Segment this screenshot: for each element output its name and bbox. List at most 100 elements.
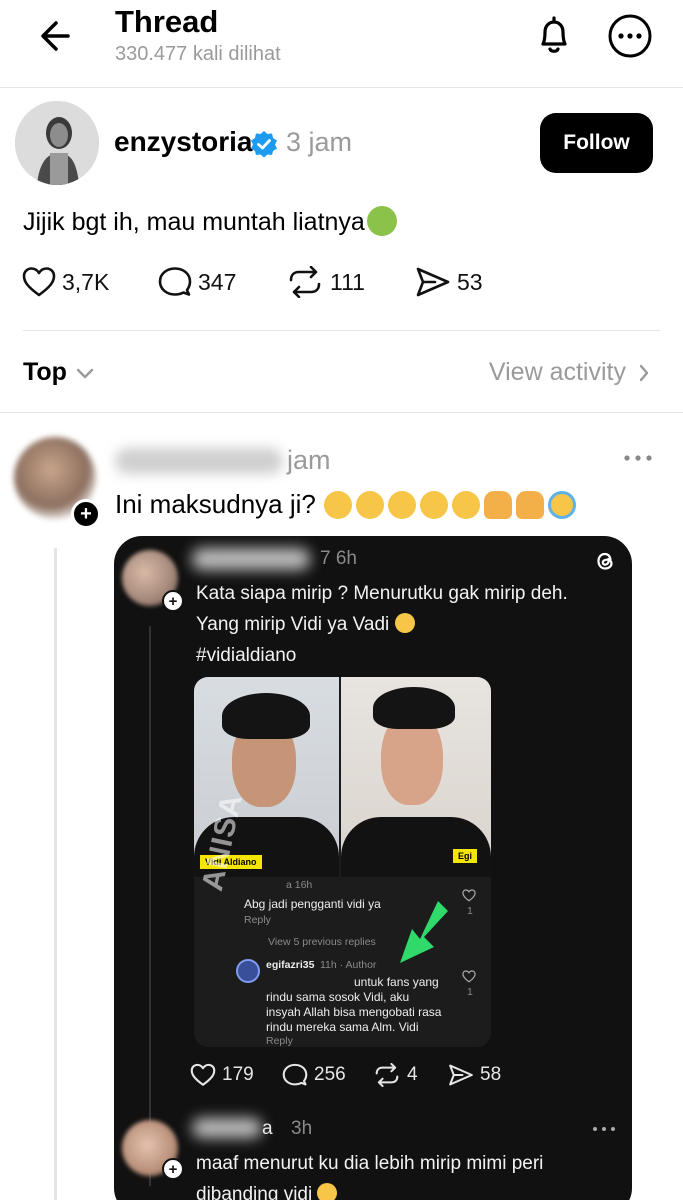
embed-username-blurred (192, 548, 310, 570)
reply-time: jam (287, 445, 331, 475)
comment2-line: rindu mereka sama Alm. Vidi (266, 1020, 419, 1034)
view-previous-replies: View 5 previous replies (268, 936, 376, 948)
embed-reply-line: maaf menurut ku dia lebih mirip mimi per… (196, 1153, 544, 1174)
share-button[interactable]: 53 (415, 266, 483, 298)
divider (23, 330, 660, 331)
like-button[interactable]: 3,7K (22, 266, 109, 298)
comment2-meta: 11h · Author (320, 959, 377, 971)
embed-share-button[interactable]: 58 (448, 1063, 501, 1087)
follow-plus-icon: + (162, 590, 184, 612)
heart-icon (190, 1063, 216, 1086)
thread-header: Thread 330.477 kali dilihat (0, 0, 683, 88)
laughing-emoji (394, 613, 415, 633)
folded-hands-emoji (515, 491, 544, 519)
embed-reply-time: 3h (291, 1118, 313, 1139)
reply-button[interactable]: 347 (158, 266, 236, 298)
embed-reply-username: a (262, 1118, 273, 1139)
author-avatar[interactable] (15, 101, 99, 185)
face-with-hand-emoji (355, 491, 384, 519)
comment1-meta: a 16h (286, 879, 313, 891)
laughing-emoji (419, 491, 448, 519)
more-icon[interactable] (606, 12, 654, 60)
chevron-down-icon (76, 368, 94, 378)
hair-shape (373, 687, 455, 729)
author-username[interactable]: enzystoria (114, 126, 253, 158)
thread-line (54, 548, 57, 1200)
send-icon (449, 1064, 473, 1086)
comment2-reply: Reply (266, 1035, 293, 1047)
nauseated-face-emoji (366, 206, 397, 236)
post-text: Jijik bgt ih, mau muntah liatnya (23, 206, 397, 237)
comment1-like-count: 1 (467, 905, 473, 917)
view-activity-link[interactable]: View activity (489, 358, 650, 387)
post-text-content: Jijik bgt ih, mau muntah liatnya (23, 208, 365, 236)
reply-text: Ini maksudnya ji? (115, 489, 576, 520)
face-with-hand-emoji (387, 491, 416, 519)
photo-right: Egi (341, 677, 491, 877)
embed-reply-text: maaf menurut ku dia lebih mirip mimi per… (196, 1148, 616, 1200)
embed-text-line: Kata siapa mirip ? Menurutku gak mirip d… (196, 583, 568, 604)
like-count: 3,7K (62, 268, 110, 295)
page-title: Thread (115, 4, 219, 39)
view-count: 330.477 kali dilihat (115, 43, 281, 65)
comment2-line: insyah Allah bisa mengobati rasa (266, 1005, 442, 1019)
embed-hashtag[interactable]: #vidialdiano (196, 640, 626, 671)
embed-time: 7 6h (320, 548, 357, 569)
green-arrow-icon (400, 901, 448, 963)
threads-logo-icon (597, 552, 613, 570)
embed-repost-count: 4 (407, 1064, 418, 1085)
comment2-user: egifazri35 (266, 959, 315, 971)
embed-reply-line-2: dibanding vidi (196, 1179, 616, 1200)
shirt-shape (341, 817, 491, 877)
embed-text: Kata siapa mirip ? Menurutku gak mirip d… (196, 578, 626, 671)
slight-smile-emoji (317, 1183, 338, 1200)
embed-thread-line (149, 626, 151, 1186)
divider (0, 412, 683, 413)
sort-dropdown[interactable]: Top (23, 358, 95, 387)
repost-count: 111 (330, 268, 365, 295)
comment2-like-count: 1 (467, 986, 473, 998)
comment1-text: Abg jadi pengganti vidi ya (244, 897, 381, 911)
heart-icon (462, 970, 476, 983)
comment-icon (282, 1063, 308, 1086)
embed-actions: 179 256 4 58 (190, 1063, 520, 1093)
embed-reply-button[interactable]: 256 (282, 1063, 346, 1087)
follow-button[interactable]: Follow (540, 113, 653, 173)
embed-share-count: 58 (480, 1064, 502, 1085)
embed-reply-line-content: dibanding vidi (196, 1184, 313, 1200)
follow-plus-icon: + (162, 1158, 184, 1180)
more-icon (593, 1127, 615, 1131)
send-icon (416, 267, 450, 297)
bell-icon[interactable] (530, 12, 578, 60)
follow-plus-icon[interactable]: + (71, 499, 101, 529)
verified-badge-icon (251, 131, 277, 158)
comment2-avatar (236, 959, 260, 983)
post-time: 3 jam (286, 127, 353, 157)
laughing-emoji (451, 491, 480, 519)
embedded-thread-card[interactable]: + 7 6h Kata siapa mirip ? Menurutku gak … (114, 536, 632, 1200)
face-with-hand-emoji (323, 491, 352, 519)
embed-like-button[interactable]: 179 (190, 1063, 254, 1087)
comment-icon (158, 267, 192, 296)
avatar-photo (15, 101, 99, 185)
sort-label: Top (23, 358, 67, 386)
embedded-screenshot-image[interactable]: Vidi Aldiano Egi a 16h Abg jadi penggant… (194, 677, 491, 1047)
view-activity-label: View activity (488, 358, 626, 386)
post-actions: 3,7K 347 111 53 (0, 266, 683, 306)
embed-repost-button[interactable]: 4 (373, 1063, 418, 1087)
embed-reply-username-blurred (192, 1118, 262, 1138)
heart-icon (462, 889, 476, 902)
reply-count: 347 (198, 268, 237, 295)
repost-button[interactable]: 111 (286, 266, 365, 298)
emoji-row (323, 491, 576, 519)
chevron-right-icon (639, 364, 649, 381)
reply-text-content: Ini maksudnya ji? (115, 489, 316, 519)
arrow-left-icon[interactable] (34, 16, 78, 56)
more-icon[interactable] (622, 448, 654, 468)
comment2-line: rindu sama sosok Vidi, aku (266, 990, 410, 1004)
embed-text-line-2: Yang mirip Vidi ya Vadi (196, 609, 626, 640)
embed-reply-count: 256 (314, 1064, 346, 1085)
embed-text-line-content: Yang mirip Vidi ya Vadi (196, 614, 390, 635)
name-tag-right: Egi (453, 849, 478, 863)
folded-hands-emoji (483, 491, 512, 519)
